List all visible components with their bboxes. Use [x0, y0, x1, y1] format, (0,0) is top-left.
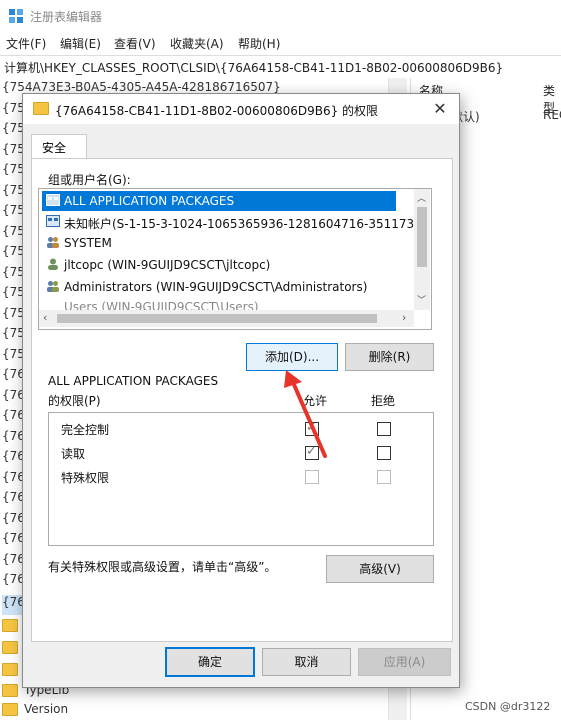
group-users-label: 组或用户名(G):	[48, 173, 131, 187]
menu-help[interactable]: 帮助(H)	[238, 35, 280, 52]
add-button[interactable]: 添加(D)...	[246, 343, 338, 371]
folder-icon	[2, 619, 18, 632]
folder-icon	[2, 684, 18, 697]
watermark: CSDN @dr3122	[465, 700, 551, 713]
chevron-up-icon[interactable]: ︿	[417, 191, 426, 204]
menu-favorites[interactable]: 收藏夹(A)	[170, 35, 224, 52]
user-icon	[48, 258, 58, 270]
tab-security[interactable]: 安全	[31, 134, 87, 159]
list-horizontal-scrollbar[interactable]: ‹ ›	[39, 310, 414, 327]
chevron-right-icon[interactable]: ›	[402, 311, 406, 324]
permissions-dialog: {76A64158-CB41-11D1-8B02-00600806D9B6} 的…	[22, 93, 460, 688]
menu-file[interactable]: 文件(F)	[6, 35, 46, 52]
list-item[interactable]: Administrators (WIN-9GUIJD9CSCT\Administ…	[42, 277, 396, 297]
cancel-button[interactable]: 取消	[262, 648, 351, 676]
remove-button[interactable]: 删除(R)	[345, 343, 434, 371]
address-path: 计算机\HKEY_CLASSES_ROOT\CLSID\{76A64158-CB…	[4, 61, 504, 75]
tab-security-label: 安全	[42, 141, 67, 155]
registry-editor-icon	[9, 9, 23, 23]
menu-edit[interactable]: 编辑(E)	[60, 35, 101, 52]
ok-button[interactable]: 确定	[165, 647, 255, 677]
permissions-list: 完全控制 读取 特殊权限	[48, 412, 434, 546]
dialog-title: {76A64158-CB41-11D1-8B02-00600806D9B6} 的…	[55, 104, 379, 118]
folder-icon	[33, 102, 49, 115]
folder-icon	[2, 663, 18, 676]
list-item[interactable]: ALL APPLICATION PACKAGES	[42, 191, 396, 211]
tree-item[interactable]: Version	[2, 702, 68, 720]
scroll-thumb[interactable]	[417, 207, 427, 267]
folder-icon	[2, 703, 18, 716]
list-item[interactable]: Users (WIN-9GUIJD9CSCT\Users)	[42, 299, 396, 310]
advanced-button[interactable]: 高级(V)	[326, 555, 434, 583]
list-item[interactable]: jltcopc (WIN-9GUIJD9CSCT\jltcopc)	[42, 255, 396, 275]
packages-icon	[46, 215, 60, 227]
group-icon	[47, 281, 59, 292]
deny-header: 拒绝	[371, 394, 396, 408]
list-vertical-scrollbar[interactable]: ︿ ﹀	[414, 189, 430, 310]
window-title: 注册表编辑器	[30, 10, 103, 24]
permissions-for-label: ALL APPLICATION PACKAGES	[48, 374, 219, 388]
close-icon[interactable]: ✕	[429, 99, 451, 119]
group-icon	[47, 237, 59, 248]
packages-icon	[46, 194, 60, 206]
perm-special: 特殊权限	[61, 471, 110, 485]
list-item[interactable]: 未知帐户(S-1-15-3-1024-1065365936-1281604716…	[42, 212, 414, 232]
red-arrow-annotation	[284, 370, 327, 458]
user-list[interactable]: ALL APPLICATION PACKAGES 未知帐户(S-1-15-3-1…	[38, 188, 432, 330]
folder-icon	[2, 641, 18, 654]
value-type: REG	[543, 108, 561, 122]
apply-button: 应用(A)	[358, 648, 451, 676]
perm-full-control: 完全控制	[61, 423, 110, 437]
address-bar[interactable]: 计算机\HKEY_CLASSES_ROOT\CLSID\{76A64158-CB…	[0, 55, 561, 79]
advanced-hint: 有关特殊权限或高级设置，请单击“高级”。	[48, 560, 277, 574]
menu-bar: 文件(F) 编辑(E) 查看(V) 收藏夹(A) 帮助(H)	[0, 32, 561, 54]
permissions-label: 的权限(P)	[48, 394, 101, 408]
deny-special-checkbox	[377, 470, 391, 484]
scroll-thumb[interactable]	[57, 314, 377, 323]
chevron-left-icon[interactable]: ‹	[43, 311, 47, 324]
menu-view[interactable]: 查看(V)	[114, 35, 156, 52]
registry-titlebar: 注册表编辑器	[0, 0, 561, 32]
dialog-titlebar: {76A64158-CB41-11D1-8B02-00600806D9B6} 的…	[23, 94, 459, 124]
deny-full-control-checkbox[interactable]	[377, 422, 391, 436]
chevron-down-icon[interactable]: ﹀	[417, 293, 426, 306]
allow-special-checkbox	[305, 470, 319, 484]
perm-read: 读取	[61, 447, 86, 461]
deny-read-checkbox[interactable]	[377, 446, 391, 460]
list-item[interactable]: SYSTEM	[42, 233, 396, 253]
